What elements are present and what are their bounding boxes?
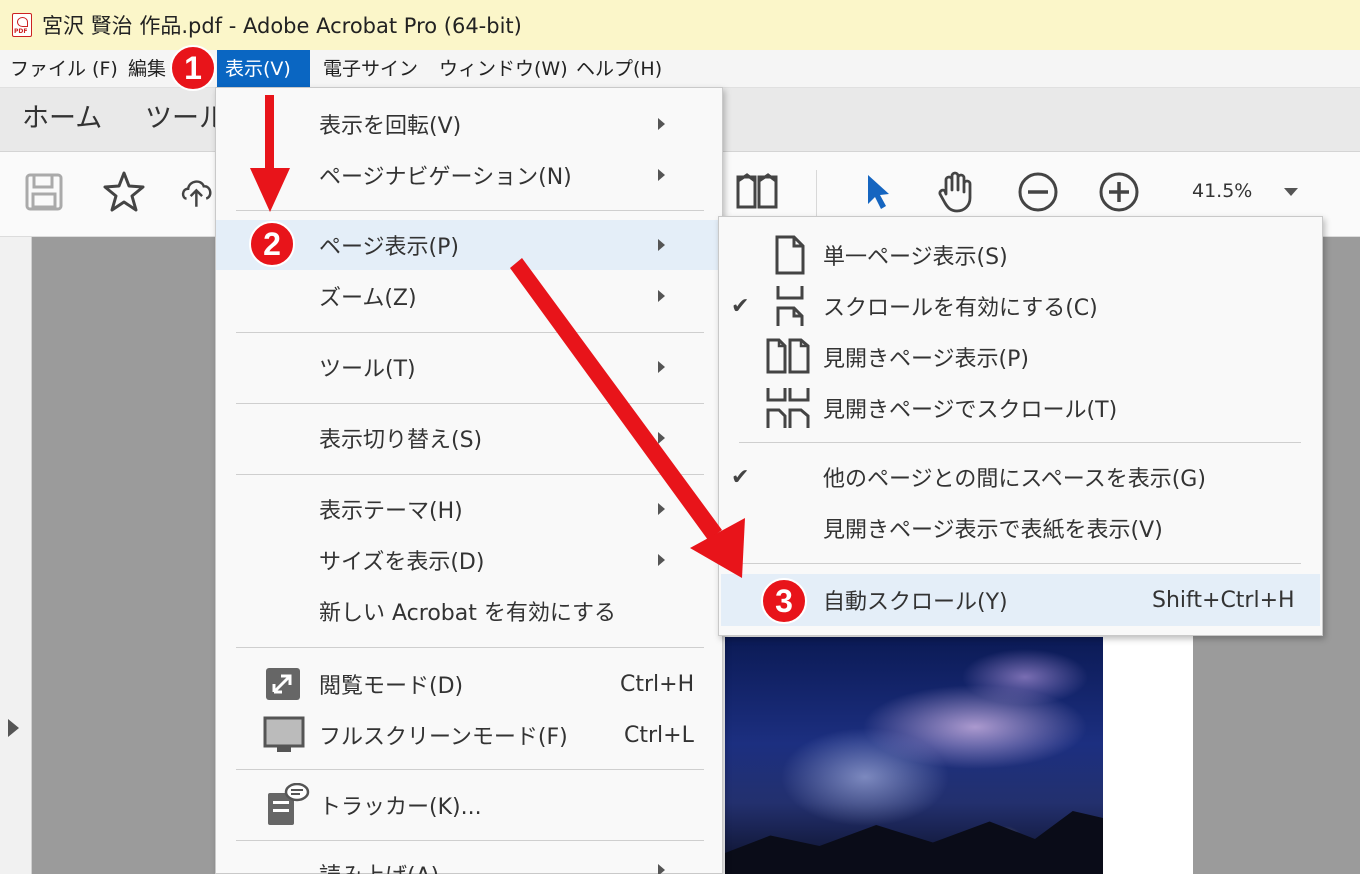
view-menu: 表示を回転(V) ページナビゲーション(N) ページ表示(P) ズーム(Z) ツ… <box>215 87 723 874</box>
menu-item-show-gaps[interactable]: ✔ 他のページとの間にスペースを表示(G) <box>719 453 1322 501</box>
shortcut-text: Ctrl+L <box>624 722 694 748</box>
checkmark-icon: ✔ <box>731 464 750 490</box>
menu-separator <box>739 442 1301 443</box>
two-page-icon <box>765 336 811 376</box>
menu-item-zoom[interactable]: ズーム(Z) <box>216 272 722 320</box>
page-display-submenu: 単一ページ表示(S) ✔ スクロールを有効にする(C) 見開きページ表示(P) … <box>718 216 1323 636</box>
menu-item-single-page[interactable]: 単一ページ表示(S) <box>719 231 1322 279</box>
menu-separator <box>236 769 704 770</box>
toolbar-separator <box>816 170 817 218</box>
menu-edit[interactable]: 編集 <box>120 50 174 88</box>
window-title: 宮沢 賢治 作品.pdf - Adobe Acrobat Pro (64-bit… <box>42 14 522 38</box>
submenu-arrow-icon <box>658 432 665 444</box>
menu-separator <box>236 332 704 333</box>
submenu-arrow-icon <box>658 169 665 181</box>
menu-separator <box>236 210 704 211</box>
tracker-icon <box>264 783 310 827</box>
menu-item-display-theme[interactable]: 表示テーマ(H) <box>216 485 722 533</box>
fullscreen-icon <box>262 715 306 755</box>
menu-item-tracker[interactable]: トラッカー(K)... <box>216 781 722 829</box>
menu-view[interactable]: 表示(V) <box>217 50 310 88</box>
menu-item-reading-mode[interactable]: 閲覧モード(D) Ctrl+H <box>216 660 722 708</box>
menu-item-show-hide[interactable]: 表示切り替え(S) <box>216 414 722 462</box>
menu-item-fullscreen[interactable]: フルスクリーンモード(F) Ctrl+L <box>216 711 722 759</box>
menu-item-page-navigation[interactable]: ページナビゲーション(N) <box>216 151 722 199</box>
menu-item-two-page-view[interactable]: 見開きページ表示(P) <box>719 333 1322 381</box>
single-page-icon <box>773 233 807 277</box>
hand-tool-icon[interactable] <box>934 170 978 214</box>
menu-item-read-aloud[interactable]: 読み上げ(A) <box>216 852 722 874</box>
two-page-scroll-icon <box>765 386 811 430</box>
tab-home[interactable]: ホーム <box>22 88 102 152</box>
menu-file[interactable]: ファイル (F) <box>2 50 126 88</box>
tab-tools[interactable]: ツール <box>145 88 226 152</box>
two-page-view-icon[interactable] <box>735 170 779 214</box>
shortcut-text: Shift+Ctrl+H <box>1152 587 1295 613</box>
zoom-in-icon[interactable] <box>1097 170 1141 214</box>
menu-item-enable-scrolling[interactable]: ✔ スクロールを有効にする(C) <box>719 282 1322 330</box>
menu-separator <box>236 474 704 475</box>
menu-item-display-size[interactable]: サイズを表示(D) <box>216 536 722 584</box>
submenu-arrow-icon <box>658 290 665 302</box>
menu-separator <box>236 840 704 841</box>
zoom-dropdown-icon[interactable] <box>1284 188 1298 196</box>
submenu-arrow-icon <box>658 118 665 130</box>
menu-help[interactable]: ヘルプ(H) <box>568 50 670 88</box>
scrolling-icon <box>773 284 807 328</box>
menu-separator <box>236 403 704 404</box>
shortcut-text: Ctrl+H <box>620 671 695 697</box>
menu-item-auto-scroll[interactable]: 自動スクロール(Y) Shift+Ctrl+H <box>719 576 1322 624</box>
menu-item-tools[interactable]: ツール(T) <box>216 343 722 391</box>
select-cursor-icon[interactable] <box>855 170 899 214</box>
submenu-arrow-icon <box>658 554 665 566</box>
save-icon[interactable] <box>22 170 66 214</box>
title-bar: 宮沢 賢治 作品.pdf - Adobe Acrobat Pro (64-bit… <box>0 0 1360 50</box>
menu-item-show-cover-page[interactable]: 見開きページ表示で表紙を表示(V) <box>719 504 1322 552</box>
menu-separator <box>739 563 1301 564</box>
step-badge-2: 2 <box>249 221 295 267</box>
checkmark-icon: ✔ <box>731 293 750 319</box>
cloud-upload-icon[interactable] <box>180 170 216 214</box>
menu-item-new-acrobat[interactable]: 新しい Acrobat を有効にする <box>216 587 722 635</box>
expand-panel-icon[interactable] <box>8 719 19 737</box>
menu-item-two-page-scrolling[interactable]: 見開きページでスクロール(T) <box>719 384 1322 432</box>
submenu-arrow-icon <box>658 503 665 515</box>
submenu-arrow-icon <box>658 239 665 251</box>
reading-mode-icon <box>264 666 302 702</box>
menu-window[interactable]: ウィンドウ(W) <box>431 50 576 88</box>
night-sky-image <box>725 637 1103 874</box>
zoom-level[interactable]: 41.5% <box>1192 180 1252 202</box>
step-badge-1: 1 <box>170 45 216 91</box>
left-panel-rail <box>0 237 32 874</box>
menu-item-rotate-view[interactable]: 表示を回転(V) <box>216 100 722 148</box>
submenu-arrow-icon <box>658 864 665 874</box>
pdf-file-icon <box>12 13 32 37</box>
menu-e-sign[interactable]: 電子サイン <box>315 50 426 88</box>
bookmark-star-icon[interactable] <box>102 170 146 214</box>
menu-separator <box>236 647 704 648</box>
step-badge-3: 3 <box>761 578 807 624</box>
submenu-arrow-icon <box>658 361 665 373</box>
zoom-out-icon[interactable] <box>1016 170 1060 214</box>
